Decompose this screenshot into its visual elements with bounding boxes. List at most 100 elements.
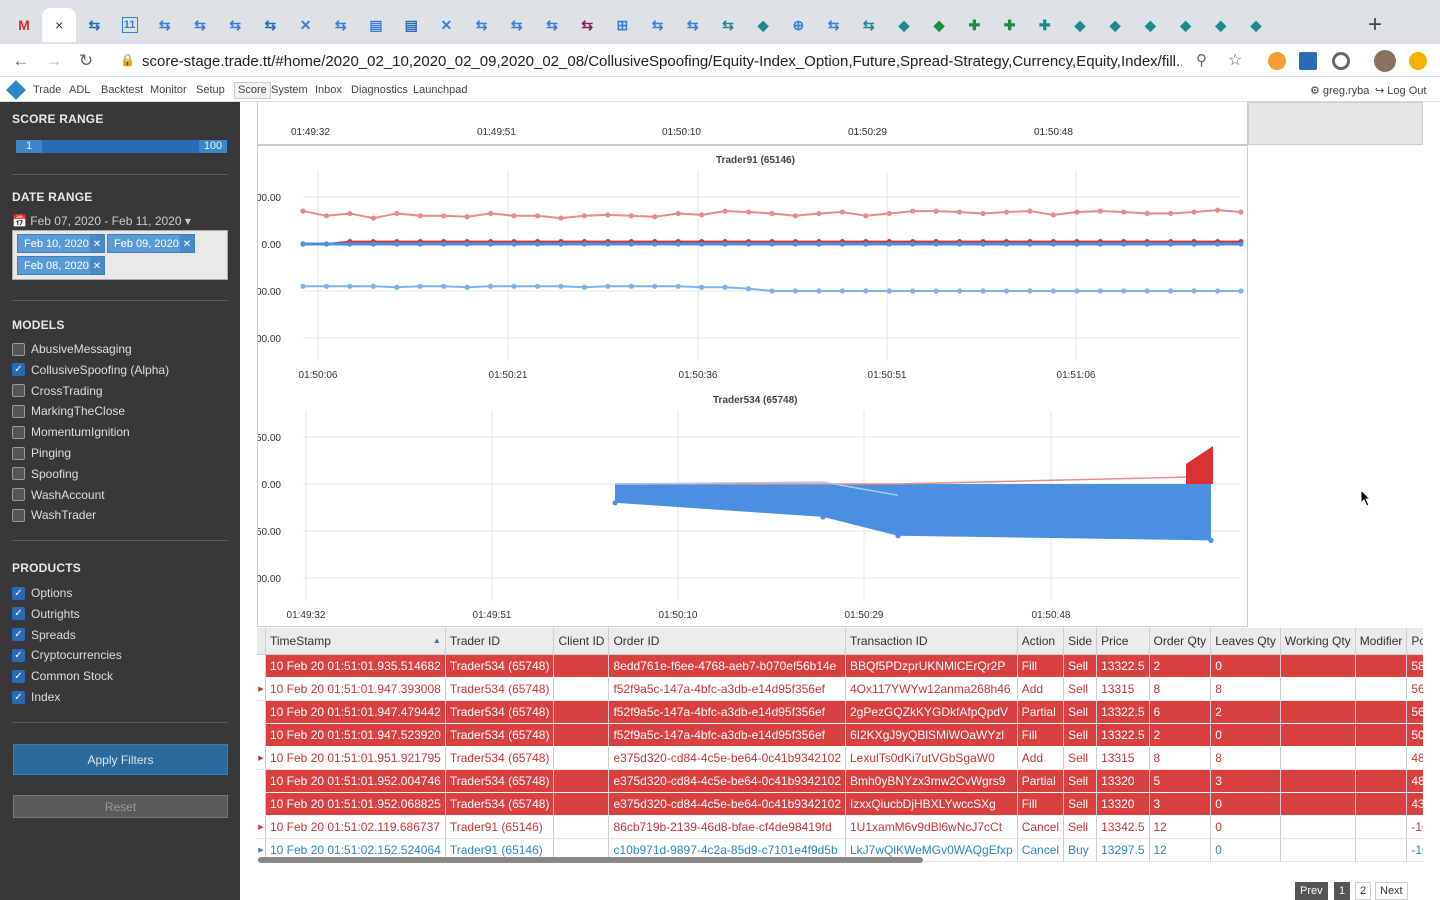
expand-row-icon[interactable]: ▶ [257, 723, 266, 747]
browser-tab[interactable]: ⊞ [605, 8, 639, 42]
nav-item-inbox[interactable]: Inbox [315, 84, 342, 96]
nav-item-launchpad[interactable]: Launchpad [413, 84, 467, 96]
column-header-order-id[interactable]: Order ID [608, 628, 846, 655]
nav-item-setup[interactable]: Setup [196, 84, 225, 96]
browser-tab[interactable]: ⇆ [218, 8, 252, 42]
browser-tab[interactable]: ✚ [957, 8, 991, 42]
column-header-order-qty[interactable]: Order Qty [1149, 628, 1212, 655]
checked-icon[interactable]: ✓ [12, 586, 25, 600]
browser-tab[interactable]: ⇆ [852, 8, 886, 42]
page-1-button[interactable]: 1 [1334, 882, 1351, 900]
browser-tab[interactable]: ◆ [1133, 8, 1167, 42]
browser-tab[interactable]: ◆ [1204, 8, 1238, 42]
page-2-button[interactable]: 2 [1355, 882, 1372, 900]
browser-tab[interactable]: ◆ [1063, 8, 1097, 42]
unchecked-icon[interactable] [12, 384, 25, 398]
column-header-transaction-id[interactable]: Transaction ID [845, 628, 1018, 655]
nav-item-adl[interactable]: ADL [69, 84, 90, 96]
browser-tab[interactable]: ⇆ [570, 8, 604, 42]
browser-tab[interactable]: M [7, 8, 41, 42]
unchecked-icon[interactable] [12, 446, 25, 460]
browser-tab[interactable]: ◆ [1098, 8, 1132, 42]
expand-row-icon[interactable]: ▶ [257, 815, 266, 839]
extension-icon[interactable] [1268, 52, 1286, 70]
filter-checkbox[interactable]: CrossTrading [12, 384, 103, 398]
expand-row-icon[interactable]: ▶ [257, 746, 266, 770]
date-chips-box[interactable]: Feb 10, 2020 ✕ Feb 09, 2020 ✕ Feb 08, 2020… [12, 230, 228, 280]
browser-tab[interactable]: × [42, 8, 77, 42]
browser-tab[interactable]: ✚ [1028, 8, 1062, 42]
bookmark-star-icon[interactable]: ☆ [1228, 50, 1242, 70]
close-icon[interactable]: × [51, 17, 67, 33]
column-header-working-qty[interactable]: Working Qty [1280, 628, 1356, 655]
browser-tab[interactable]: ⇆ [500, 8, 534, 42]
remove-chip-icon[interactable]: ✕ [90, 235, 104, 252]
extension-icon[interactable] [1332, 52, 1350, 70]
table-row[interactable]: ▶ 10 Feb 20 01:51:01.952.068825 Trader534 … [257, 792, 1423, 816]
filter-checkbox[interactable]: MomentumIgnition [12, 425, 130, 439]
unchecked-icon[interactable] [12, 425, 25, 439]
expand-row-icon[interactable]: ▶ [257, 654, 266, 678]
checked-icon[interactable]: ✓ [12, 690, 25, 704]
browser-tab[interactable]: ⊕ [781, 8, 815, 42]
score-max-handle[interactable]: 100 [199, 140, 227, 153]
series-area[interactable] [615, 484, 1211, 541]
filter-checkbox[interactable]: WashAccount [12, 488, 105, 502]
browser-tab[interactable]: ⇆ [253, 8, 287, 42]
filter-checkbox[interactable]: MarkingTheClose [12, 404, 125, 418]
filter-checkbox[interactable]: ✓ Common Stock [12, 669, 113, 683]
nav-item-score[interactable]: Score [234, 82, 271, 99]
browser-tab[interactable]: ◆ [887, 8, 921, 42]
table-row[interactable]: ▶ 10 Feb 20 01:51:01.951.921795 Trader534 … [257, 746, 1423, 770]
reload-icon[interactable]: ↻ [75, 50, 97, 72]
column-header-leaves-qty[interactable]: Leaves Qty [1210, 628, 1281, 655]
new-tab-button[interactable]: + [1358, 8, 1392, 42]
column-header-side[interactable]: Side [1063, 628, 1098, 655]
checked-icon[interactable]: ✓ [12, 669, 25, 683]
expand-row-icon[interactable]: ▶ [257, 677, 266, 701]
logout-link[interactable]: ↪ Log Out [1375, 84, 1426, 97]
prev-button[interactable]: Prev [1295, 882, 1328, 900]
browser-tab[interactable]: ⇆ [817, 8, 851, 42]
table-row[interactable]: ▶ 10 Feb 20 01:51:01.935.514682 Trader534 … [257, 654, 1423, 678]
score-min-handle[interactable]: 1 [16, 140, 42, 153]
browser-tab[interactable]: ◆ [922, 8, 956, 42]
expand-row-icon[interactable]: ▶ [257, 700, 266, 724]
browser-tab[interactable]: ▤ [359, 8, 393, 42]
reset-button[interactable]: Reset [13, 795, 228, 818]
remove-chip-icon[interactable]: ✕ [90, 257, 104, 274]
url-text[interactable]: score-stage.trade.tt/#home/2020_02_10,20… [142, 53, 1182, 70]
filter-checkbox[interactable]: ✓ Index [12, 690, 60, 704]
unchecked-icon[interactable] [12, 342, 25, 356]
user-menu[interactable]: ⚙ greg.ryba [1310, 84, 1369, 97]
browser-tab[interactable]: ⇆ [77, 8, 111, 42]
browser-tab[interactable]: ⇆ [324, 8, 358, 42]
checked-icon[interactable]: ✓ [12, 363, 25, 377]
browser-tab[interactable]: ✕ [289, 8, 323, 42]
column-header-client-id[interactable]: Client ID [553, 628, 610, 655]
browser-tab[interactable]: ✕ [429, 8, 463, 42]
unchecked-icon[interactable] [12, 488, 25, 502]
filter-checkbox[interactable]: AbusiveMessaging [12, 342, 132, 356]
next-button[interactable]: Next [1375, 882, 1408, 900]
browser-tab[interactable]: 11 [113, 8, 147, 42]
filter-checkbox[interactable]: ✓ CollusiveSpoofing (Alpha) [12, 363, 169, 377]
nav-item-system[interactable]: System [271, 84, 308, 96]
browser-tab[interactable]: ⇆ [676, 8, 710, 42]
browser-tab[interactable]: ◆ [746, 8, 780, 42]
browser-tab[interactable]: ▤ [394, 8, 428, 42]
table-row[interactable]: ▶ 10 Feb 20 01:51:01.947.523920 Trader534 … [257, 723, 1423, 747]
orders-table-container[interactable]: TimeStamp ▲ Trader ID Client ID Order ID Tra… [257, 628, 1423, 863]
date-range-picker[interactable]: 📅 Feb 07, 2020 - Feb 11, 2020 ▾ [12, 214, 191, 228]
browser-tab[interactable]: ⇆ [148, 8, 182, 42]
checked-icon[interactable]: ✓ [12, 628, 25, 642]
unchecked-icon[interactable] [12, 467, 25, 481]
browser-tab[interactable]: ⇆ [641, 8, 675, 42]
browser-tab[interactable]: ◆ [1239, 8, 1273, 42]
nav-item-backtest[interactable]: Backtest [101, 84, 143, 96]
nav-item-diagnostics[interactable]: Diagnostics [351, 84, 408, 96]
remove-chip-icon[interactable]: ✕ [180, 235, 194, 252]
app-logo-icon[interactable] [6, 80, 26, 100]
column-header-action[interactable]: Action [1017, 628, 1065, 655]
expand-row-icon[interactable]: ▶ [257, 792, 266, 816]
